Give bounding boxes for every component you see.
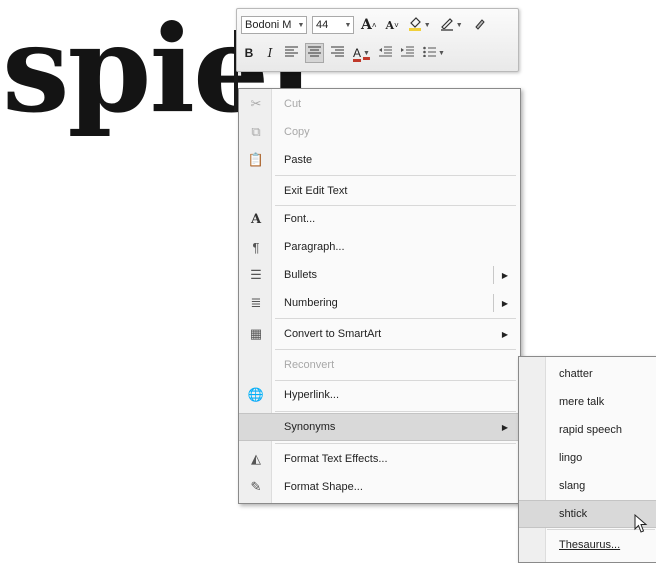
menu-item-reconvert[interactable]: Reconvert — [239, 352, 520, 378]
synonym-item[interactable]: rapid speech — [519, 417, 656, 443]
chevron-down-icon: ▼ — [437, 49, 445, 57]
hyperlink-icon: 🌐 — [247, 387, 265, 402]
format-shape-icon: ✎ — [250, 479, 262, 494]
decrease-indent-button[interactable] — [377, 43, 394, 63]
menu-separator — [275, 380, 516, 381]
menu-item-exit-edit-text[interactable]: Exit Edit Text — [239, 178, 520, 204]
bullets-button[interactable]: ▼ — [421, 43, 447, 63]
menu-item-copy[interactable]: ⧉ Copy — [239, 119, 520, 145]
menu-separator — [275, 411, 516, 412]
menu-item-paste[interactable]: 📋 Paste — [239, 147, 520, 173]
submenu-arrow-icon[interactable]: ▶ — [502, 299, 508, 308]
font-size-value: 44 — [316, 19, 329, 31]
fill-color-button[interactable]: ▼ — [406, 15, 433, 35]
menu-item-paragraph[interactable]: ¶ Paragraph... — [239, 234, 520, 260]
menu-separator — [275, 349, 516, 350]
font-name-combo[interactable]: Bodoni M ▼ — [241, 16, 307, 34]
bullets-icon — [423, 46, 436, 60]
chevron-down-icon: ▼ — [455, 21, 463, 29]
grow-font-button[interactable]: A ˄ — [359, 15, 379, 35]
menu-item-bullets[interactable]: ☰ Bullets ▶ — [239, 262, 520, 288]
menu-separator — [275, 443, 516, 444]
font-icon: A — [250, 211, 262, 227]
increase-indent-button[interactable] — [399, 43, 416, 63]
chevron-down-icon: ▼ — [344, 21, 352, 29]
menu-item-font[interactable]: A Font... — [239, 206, 520, 232]
font-name-value: Bodoni M — [245, 19, 292, 31]
paint-bucket-icon — [408, 16, 422, 34]
chevron-down-icon: ▼ — [423, 21, 431, 29]
menu-item-format-shape[interactable]: ✎ Format Shape... — [239, 474, 520, 500]
menu-item-numbering[interactable]: ≣ Numbering ▶ — [239, 290, 520, 316]
decrease-indent-icon — [378, 46, 392, 60]
chevron-down-icon: ▼ — [297, 21, 305, 29]
format-painter-button[interactable] — [470, 15, 488, 35]
submenu-arrow-icon: ▶ — [501, 329, 508, 339]
menu-item-synonyms[interactable]: Synonyms ▶ — [239, 413, 520, 441]
mouse-pointer-icon — [634, 513, 648, 539]
paste-icon: 📋 — [247, 152, 265, 167]
submenu-arrow-icon[interactable]: ▶ — [502, 271, 508, 280]
increase-indent-icon — [400, 46, 414, 60]
split-divider — [493, 294, 494, 312]
align-right-icon — [331, 46, 344, 60]
copy-icon: ⧉ — [251, 124, 261, 139]
font-color-button[interactable]: A ▼ — [351, 43, 372, 63]
font-size-combo[interactable]: 44 ▼ — [312, 16, 354, 34]
synonym-item[interactable]: slang — [519, 473, 656, 499]
numbering-icon: ≣ — [250, 295, 262, 310]
split-divider — [493, 266, 494, 284]
italic-button[interactable]: I — [262, 43, 278, 63]
align-left-icon — [285, 46, 298, 60]
pen-outline-icon — [440, 17, 454, 34]
shape-outline-button[interactable]: ▼ — [438, 15, 465, 35]
scissors-icon: ✂ — [250, 96, 262, 111]
synonym-item[interactable]: mere talk — [519, 389, 656, 415]
menu-item-cut[interactable]: ✂ Cut — [239, 91, 520, 117]
paragraph-icon: ¶ — [252, 239, 260, 255]
menu-separator — [275, 318, 516, 319]
bold-button[interactable]: B — [241, 43, 257, 63]
synonym-item[interactable]: chatter — [519, 361, 656, 387]
menu-item-hyperlink[interactable]: 🌐 Hyperlink... — [239, 382, 520, 408]
mini-toolbar: Bodoni M ▼ 44 ▼ A ˄ A ˅ ▼ ▼ B I A ▼ ▼ — [236, 8, 519, 72]
bullets-icon: ☰ — [250, 267, 262, 282]
format-painter-icon — [472, 17, 486, 34]
shrink-font-button[interactable]: A ˅ — [384, 15, 401, 35]
synonym-item[interactable]: lingo — [519, 445, 656, 471]
menu-separator — [275, 175, 516, 176]
align-center-button[interactable] — [305, 43, 324, 63]
menu-item-convert-smartart[interactable]: ▦ Convert to SmartArt ▶ — [239, 321, 520, 347]
context-menu: ✂ Cut ⧉ Copy 📋 Paste Exit Edit Text A Fo… — [238, 88, 521, 504]
smartart-icon: ▦ — [249, 326, 263, 341]
align-left-button[interactable] — [283, 43, 300, 63]
align-right-button[interactable] — [329, 43, 346, 63]
text-effects-icon: ◭ — [251, 451, 261, 466]
chevron-down-icon: ▼ — [363, 49, 370, 57]
submenu-arrow-icon: ▶ — [501, 422, 508, 432]
menu-item-format-text-effects[interactable]: ◭ Format Text Effects... — [239, 446, 520, 472]
align-center-icon — [308, 46, 321, 60]
